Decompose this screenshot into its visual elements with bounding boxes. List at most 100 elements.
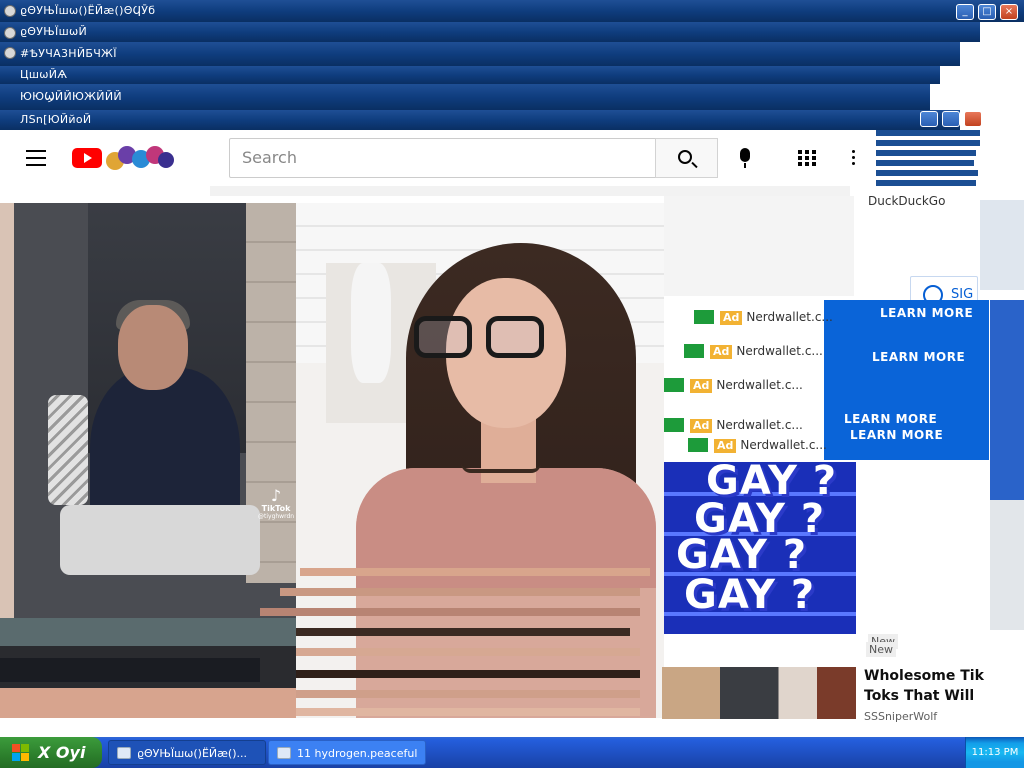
maximize-button[interactable] — [942, 111, 960, 127]
more-options-icon[interactable] — [852, 150, 856, 166]
minimize-button[interactable]: _ — [956, 4, 974, 20]
close-button[interactable]: × — [1000, 4, 1018, 20]
glitch-strip — [260, 608, 640, 616]
window-title: ЛSn[ЮЙйоЙ — [20, 113, 92, 126]
ad-advertiser: Nerdwallet.c... — [746, 310, 833, 324]
close-button[interactable] — [964, 111, 982, 127]
new-badge: New — [866, 642, 896, 657]
glitch-strip — [876, 150, 976, 156]
window-title: #ѢУЧА3НЙБЧЖЇ — [20, 47, 117, 60]
glitch-strip — [290, 628, 630, 636]
ad-row[interactable]: Ad Nerdwallet.c... — [684, 344, 823, 359]
ad-badge: Ad — [710, 345, 733, 359]
learn-more-label: LEARN MORE — [872, 350, 966, 364]
ad-badge: Ad — [714, 439, 737, 453]
system-tray-clock[interactable]: 11:13 PM — [965, 737, 1024, 768]
glitch-strip — [250, 670, 640, 678]
nerdwallet-logo-icon — [694, 310, 714, 324]
tiktok-label: TikTok — [261, 504, 291, 513]
ad-badge: Ad — [720, 311, 743, 325]
start-button[interactable]: X Oyi — [0, 737, 102, 768]
recommended-video-channel[interactable]: SSSniperWolf — [864, 710, 994, 723]
maximize-button[interactable]: □ — [978, 4, 996, 20]
glitch-strip — [280, 690, 640, 698]
ad-advertiser: Nerdwallet.c... — [716, 378, 803, 392]
ad-badge: Ad — [690, 379, 713, 393]
tiktok-logo-icon: ♪ — [270, 486, 282, 505]
window-titlebar[interactable]: ϱΘУЊЇшѡ()ЁЙæ()ΘϤӮб — [0, 0, 1024, 22]
recommended-video-thumbnail[interactable] — [662, 667, 856, 719]
learn-more-label: LEARN MORE — [844, 412, 938, 426]
glitch-strip — [990, 500, 1024, 630]
ad-badge: Ad — [690, 419, 713, 433]
window-titlebar-ghost: #ѢУЧА3НЙБЧЖЇ — [0, 42, 960, 66]
tiktok-watermark: ♪ TikTok @tiyghwrdn — [258, 486, 295, 521]
window-app-icon — [4, 47, 16, 59]
recommended-video-title[interactable]: Wholesome Tik Toks That Will — [864, 666, 994, 706]
window-app-icon — [4, 5, 16, 17]
window-app-icon — [117, 747, 131, 759]
ad-row[interactable]: Ad Nerdwallet.c... — [664, 378, 803, 393]
ad-list: Ad Nerdwallet.c... Ad Nerdwallet.c... Ad Ne… — [664, 300, 854, 460]
desktop-screen: ϱΘУЊЇшѡ()ЁЙæ()ΘϤӮб _ □ × ϱΘУЊЇшѡЙ #ѢУЧА3… — [0, 0, 1024, 768]
window-title: ЮЮϢЙЙЮЖЙЙЙ — [20, 90, 122, 103]
ad-advertiser: Nerdwallet.c... — [736, 344, 823, 358]
youtube-logo-icon[interactable] — [72, 148, 102, 168]
main-video-player[interactable] — [296, 203, 664, 718]
ad-advertiser: Nerdwallet.c... — [740, 438, 827, 452]
ad-row[interactable]: Ad Nerdwallet.c... — [694, 310, 833, 325]
nerdwallet-logo-icon — [664, 418, 684, 432]
glitch-strip — [876, 180, 976, 186]
window-titlebar-ghost: ЮЮϢЙЙЮЖЙЙЙ — [0, 84, 930, 110]
tiktok-video-thumbnail[interactable] — [0, 203, 296, 618]
glitch-strip — [280, 588, 640, 596]
window-title: ϱΘУЊЇшѡ()ЁЙæ()ΘϤӮб — [20, 4, 156, 17]
glitch-strip — [876, 140, 980, 146]
glitch-strip — [980, 200, 1024, 290]
window-app-icon — [277, 747, 291, 759]
menu-icon[interactable] — [26, 150, 46, 166]
windows-logo-icon — [12, 744, 30, 762]
glitch-strip — [664, 196, 854, 296]
window-app-icon — [4, 27, 16, 39]
taskbar: X Oyi ϱΘУЊЇшѡ()ЁЙæ()... 11 hydrogen.peac… — [0, 737, 1024, 768]
glitch-strip — [0, 203, 14, 618]
ad-row[interactable]: Ad Nerdwallet.c... — [664, 418, 803, 433]
glitch-strip — [210, 186, 850, 196]
ad-row[interactable]: Ad Nerdwallet.c... — [688, 438, 827, 453]
nerdwallet-logo-icon — [688, 438, 708, 452]
glitch-strip — [260, 708, 640, 716]
glitch-strip — [0, 618, 296, 718]
start-label: X Oyi — [38, 743, 86, 762]
taskbar-item[interactable]: ϱΘУЊЇшѡ()ЁЙæ()... — [108, 740, 266, 765]
window-title: ЦшѡЙѦ — [20, 68, 68, 81]
glitched-overlay-banner: GAY ? GAY ? GAY ? GAY ? — [664, 462, 856, 634]
search-input[interactable]: Search — [229, 138, 656, 178]
taskbar-item-label: 11 hydrogen.peaceful — [297, 747, 418, 760]
microphone-icon[interactable] — [740, 148, 750, 168]
nerdwallet-logo-icon — [684, 344, 704, 358]
apps-grid-icon[interactable] — [798, 150, 816, 166]
glitch-strip — [876, 160, 974, 166]
glitch-strip — [876, 170, 978, 176]
glitch-strip — [300, 568, 650, 576]
search-icon — [678, 150, 692, 164]
tiktok-username: @tiyghwrdn — [258, 513, 295, 520]
taskbar-item-label: ϱΘУЊЇшѡ()ЁЙæ()... — [137, 747, 247, 760]
youtube-header: Search — [0, 130, 876, 186]
glitch-strip — [270, 648, 640, 656]
search-button[interactable] — [655, 138, 718, 178]
window-titlebar-ghost: ЛSn[ЮЙйоЙ — [0, 110, 960, 130]
glitch-strip — [990, 300, 1024, 500]
learn-more-label: LEARN MORE — [880, 306, 974, 320]
nerdwallet-logo-icon — [664, 378, 684, 392]
youtube-doodle-logo[interactable] — [104, 140, 176, 176]
window-titlebar-ghost: ЦшѡЙѦ — [0, 66, 940, 84]
window-titlebar-ghost: ϱΘУЊЇшѡЙ — [0, 22, 980, 42]
ad-advertiser: Nerdwallet.c... — [716, 418, 803, 432]
learn-more-label: LEARN MORE — [850, 428, 944, 442]
minimize-button[interactable] — [920, 111, 938, 127]
duckduckgo-label: DuckDuckGo — [868, 194, 946, 208]
glitch-strip — [876, 130, 980, 136]
taskbar-item[interactable]: 11 hydrogen.peaceful — [268, 740, 426, 765]
